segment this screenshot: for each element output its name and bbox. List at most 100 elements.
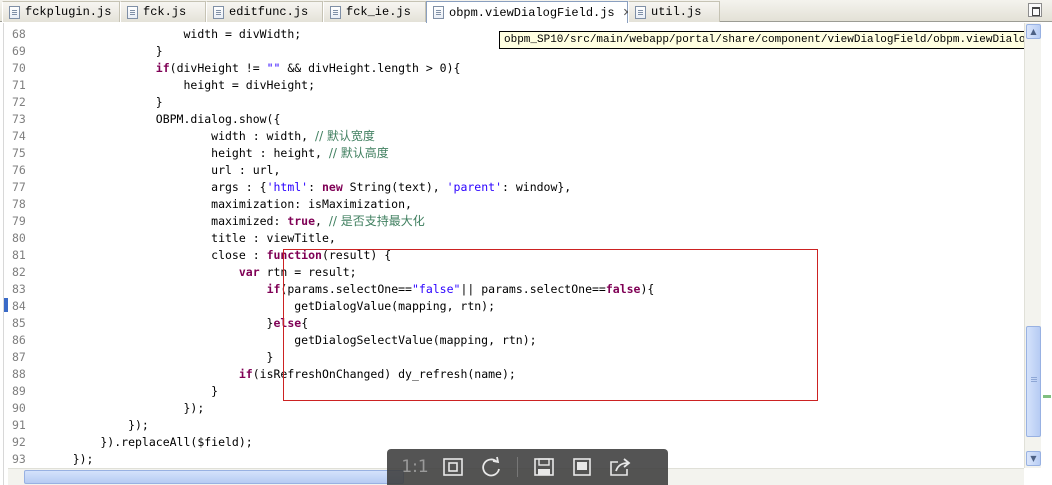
rotate-button[interactable] (479, 455, 503, 479)
code-keyword: if (266, 282, 281, 296)
annotation-gutter (0, 23, 4, 485)
line-number: 85 (12, 316, 26, 330)
thumbnail-icon (573, 458, 591, 476)
line-code: }else{ (45, 315, 309, 332)
code-line[interactable]: 74 width : width, // 默认宽度 (8, 128, 1024, 145)
tab-label: fck.js (143, 5, 187, 19)
code-keyword: new (321, 180, 343, 194)
code-line[interactable]: 72 } (8, 94, 1024, 111)
maximize-icon[interactable] (1028, 3, 1042, 17)
line-code: args : {'html': new String(text), 'paren… (45, 179, 571, 196)
tab-editfunc[interactable]: editfunc.js (206, 1, 323, 22)
code-text: (result) { (321, 248, 392, 262)
code-text: getDialogValue(mapping, rtn); (45, 299, 496, 313)
code-editor[interactable]: 68 width = divWidth; 69 } 70 if(divHeight … (8, 23, 1024, 468)
tab-util[interactable]: util.js (628, 1, 720, 22)
line-code: }); (45, 451, 94, 468)
code-text: : window}, (502, 180, 572, 194)
code-line[interactable]: 79 maximized: true, // 是否支持最大化 (8, 213, 1024, 230)
line-number: 91 (12, 418, 26, 432)
tab-fck[interactable]: fck.js (120, 1, 206, 22)
editor-tab-bar: fckplugin.js fck.js editfunc.js fck_ie.j… (0, 0, 1052, 23)
code-line[interactable]: 70 if(divHeight != "" && divHeight.lengt… (8, 60, 1024, 77)
line-number: 73 (12, 112, 26, 126)
line-code: maximized: true, // 是否支持最大化 (45, 213, 425, 230)
code-text: } (45, 316, 274, 330)
line-code: } (45, 383, 218, 400)
file-path-tooltip: obpm_SP10/src/main/webapp/portal/share/c… (499, 31, 1052, 49)
line-code: url : url, (45, 162, 280, 179)
code-line[interactable]: 89 } (8, 383, 1024, 400)
line-code: height = divHeight; (45, 77, 315, 94)
code-text: || params.selectOne== (460, 282, 606, 296)
code-line[interactable]: 80 title : viewTitle, (8, 230, 1024, 247)
vertical-scroll-thumb[interactable] (1026, 326, 1041, 437)
tab-obpm-viewdialogfield[interactable]: obpm.viewDialogField.js ✕ (426, 1, 632, 23)
overview-marker[interactable] (1043, 395, 1051, 398)
line-code: width : width, // 默认宽度 (45, 128, 375, 145)
line-code: maximization: isMaximization, (45, 196, 412, 213)
line-number: 75 (12, 146, 26, 160)
js-file-icon (330, 5, 341, 19)
code-line[interactable]: 84 getDialogValue(mapping, rtn); (8, 298, 1024, 315)
code-text: height : height, (45, 146, 329, 160)
code-text: ){ (640, 282, 655, 296)
code-text: : (308, 180, 322, 194)
scroll-up-icon[interactable]: ▲ (1026, 24, 1041, 39)
tab-label: fckplugin.js (25, 5, 112, 19)
code-text: } (45, 384, 219, 398)
code-line[interactable]: 71 height = divHeight; (8, 77, 1024, 94)
code-line[interactable]: 85 }else{ (8, 315, 1024, 332)
code-comment: // 默认高度 (328, 146, 389, 160)
rotate-icon (482, 456, 500, 477)
horizontal-scroll-thumb[interactable] (24, 470, 404, 484)
actual-size-button[interactable]: 1:1 (401, 455, 428, 479)
save-button[interactable] (532, 455, 556, 479)
code-text: url : url, (45, 163, 281, 177)
code-line[interactable]: 91 }); (8, 417, 1024, 434)
tab-fck-ie[interactable]: fck_ie.js (323, 1, 426, 22)
line-code: if(isRefreshOnChanged) dy_refresh(name); (45, 366, 516, 383)
line-code: if(params.selectOne=="false"|| params.se… (45, 281, 655, 298)
line-number: 86 (12, 333, 26, 347)
scroll-down-icon[interactable]: ▼ (1026, 451, 1041, 466)
code-line[interactable]: 83 if(params.selectOne=="false"|| params… (8, 281, 1024, 298)
code-text: { (301, 316, 309, 330)
code-text: maximized: (45, 214, 288, 228)
code-line[interactable]: 82 var rtn = result; (8, 264, 1024, 281)
js-file-icon (213, 5, 224, 19)
code-text: args : { (45, 180, 267, 194)
code-text: (divHeight != (169, 61, 267, 75)
line-number: 80 (12, 231, 26, 245)
line-number: 87 (12, 350, 26, 364)
code-line[interactable]: 81 close : function(result) { (8, 247, 1024, 264)
fit-window-button[interactable] (441, 455, 465, 479)
line-number: 83 (12, 282, 26, 296)
code-line[interactable]: 78 maximization: isMaximization, (8, 196, 1024, 213)
code-text: } (45, 95, 163, 109)
line-code: } (45, 94, 163, 111)
code-line[interactable]: 77 args : {'html': new String(text), 'pa… (8, 179, 1024, 196)
toolbar-divider (517, 457, 518, 477)
code-keyword: false (605, 282, 641, 296)
tab-label: obpm.viewDialogField.js (449, 5, 615, 20)
tab-fckplugin[interactable]: fckplugin.js (2, 1, 120, 22)
code-line[interactable]: 76 url : url, (8, 162, 1024, 179)
line-number: 71 (12, 78, 26, 92)
code-line[interactable]: 87 } (8, 349, 1024, 366)
code-string: "false" (411, 282, 461, 296)
overview-ruler[interactable] (1041, 23, 1052, 485)
share-button[interactable] (608, 455, 632, 479)
code-keyword: function (266, 248, 322, 262)
code-line[interactable]: 86 getDialogSelectValue(mapping, rtn); (8, 332, 1024, 349)
js-file-icon (433, 6, 444, 19)
vertical-scrollbar[interactable]: ▲ ▼ (1024, 23, 1041, 468)
code-string: 'parent' (446, 180, 502, 194)
code-line[interactable]: 88 if(isRefreshOnChanged) dy_refresh(nam… (8, 366, 1024, 383)
line-number: 72 (12, 95, 26, 109)
code-line[interactable]: 73 OBPM.dialog.show({ (8, 111, 1024, 128)
code-line[interactable]: 75 height : height, // 默认高度 (8, 145, 1024, 162)
code-line[interactable]: 90 }); (8, 400, 1024, 417)
thumbnail-button[interactable] (570, 455, 594, 479)
